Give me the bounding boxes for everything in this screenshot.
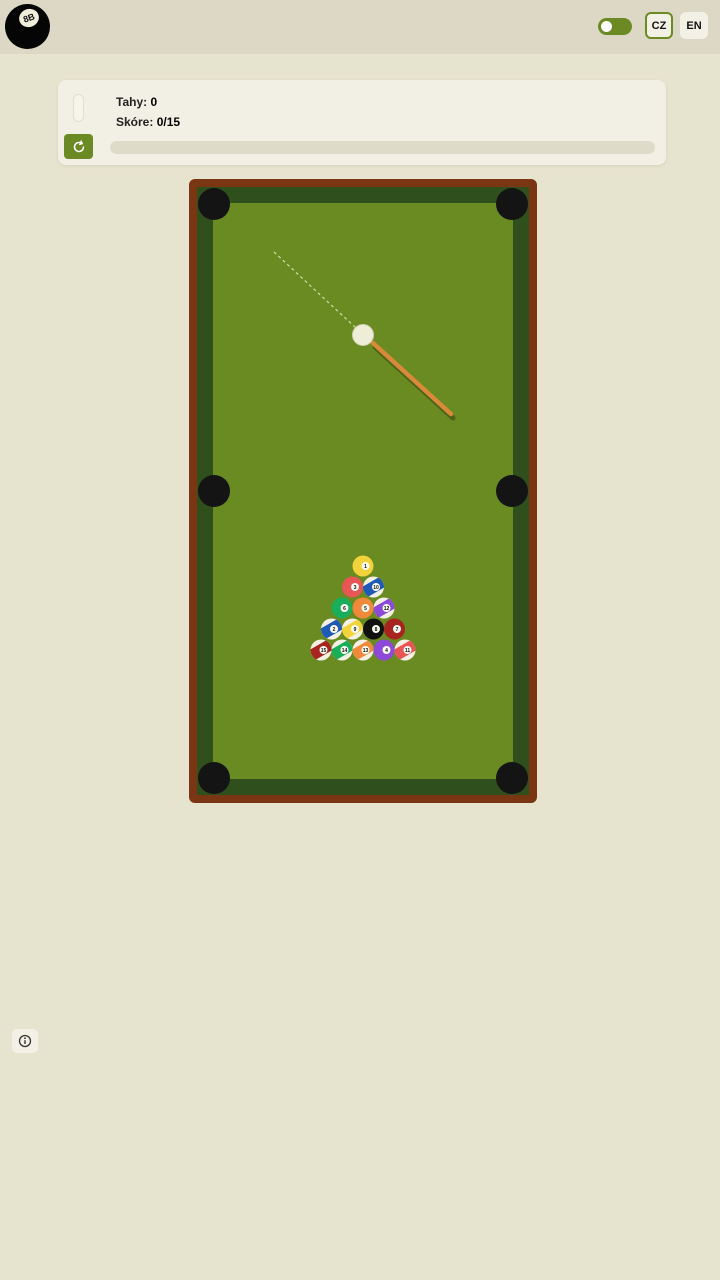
ball-15: 15 <box>309 639 333 661</box>
score-panel: Tahy: 0 Skóre: 0/15 <box>58 80 666 165</box>
ball-7: 7 <box>384 618 405 640</box>
ball-number: 4 <box>385 648 388 654</box>
ball-5: 5 <box>352 597 374 619</box>
logo-label: 8B <box>16 6 42 30</box>
cue-stick[interactable] <box>370 340 454 417</box>
play-area[interactable]: 13 106 5 122 9 8 715 14 13 4 11 <box>189 179 537 803</box>
ball-9: 9 <box>340 618 365 640</box>
ball-number: 14 <box>342 648 348 654</box>
moves-label: Tahy: <box>116 95 148 109</box>
ball-13: 13 <box>351 639 375 661</box>
info-button[interactable] <box>12 1029 38 1053</box>
ball-rack: 13 106 5 122 9 8 715 14 13 4 11 <box>309 555 417 661</box>
ball-number: 15 <box>321 648 327 654</box>
score-stat: Skóre: 0/15 <box>116 115 180 129</box>
ball-14: 14 <box>330 639 354 661</box>
ball-2: 2 <box>319 618 344 640</box>
logo-8-ball-icon: 8B <box>5 4 50 49</box>
score-progress-bar <box>110 141 655 154</box>
score-value: 0/15 <box>156 115 181 129</box>
ball-3: 3 <box>342 576 363 598</box>
ball-12: 12 <box>372 597 396 619</box>
ball-6: 6 <box>331 597 353 619</box>
ball-number: 12 <box>384 606 390 612</box>
ball-number: 9 <box>354 627 357 633</box>
ball-number: 10 <box>373 585 379 591</box>
ball-8: 8 <box>363 618 384 640</box>
ball-10: 10 <box>361 576 386 598</box>
status-indicator <box>73 94 84 122</box>
toggle-knob <box>601 21 612 32</box>
ball-number: 2 <box>333 627 336 633</box>
ball-1: 1 <box>352 555 374 577</box>
ball-number: 1 <box>364 564 367 570</box>
ball-number: 3 <box>354 585 357 591</box>
moves-stat: Tahy: 0 <box>116 95 157 109</box>
score-label: Skóre: <box>116 115 154 129</box>
ball-number: 7 <box>396 627 399 633</box>
lang-button-en[interactable]: EN <box>680 12 708 39</box>
ball-number: 11 <box>405 648 411 654</box>
ball-4: 4 <box>373 639 395 661</box>
ball-number: 13 <box>363 648 369 654</box>
info-icon <box>18 1034 32 1048</box>
restart-icon <box>73 139 84 152</box>
moves-value: 0 <box>150 95 158 109</box>
pool-table[interactable]: 1 3 10 6 5 12 2 9 8 7 15 14 13 4 11 <box>189 179 537 803</box>
reset-button[interactable] <box>64 134 93 159</box>
ball-number: 5 <box>364 606 367 612</box>
top-bar: 8B CZ EN <box>0 0 720 54</box>
lang-button-cz[interactable]: CZ <box>645 12 673 39</box>
ball-number: 8 <box>375 627 378 633</box>
cue-ball[interactable] <box>352 324 374 346</box>
theme-toggle[interactable] <box>598 18 632 35</box>
ball-11: 11 <box>393 639 417 661</box>
ball-number: 6 <box>343 606 346 612</box>
aim-line <box>273 251 358 330</box>
